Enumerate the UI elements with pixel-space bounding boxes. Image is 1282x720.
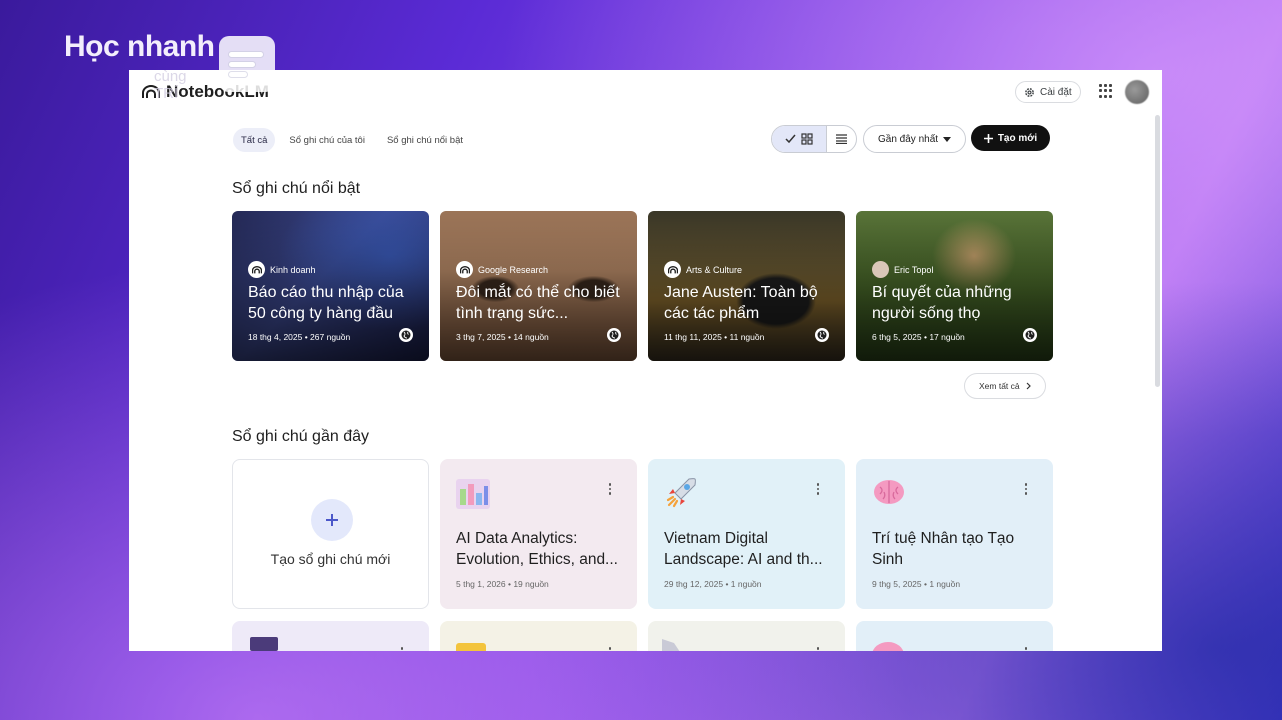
notebook-title: Vietnam Digital Landscape: AI and th...	[664, 530, 823, 568]
card-source-label: Google Research	[478, 264, 549, 275]
create-notebook-label: Tạo sổ ghi chú mới	[270, 551, 391, 567]
more-notebooks-row	[232, 621, 1053, 651]
folder-icon	[456, 643, 486, 651]
card-source: Kinh doanh	[248, 261, 316, 278]
caret-down-icon	[943, 136, 952, 142]
card-source-label: Eric Topol	[894, 264, 934, 275]
notebook-title: Trí tuệ Nhân tạo Tạo Sinh	[872, 530, 1015, 568]
list-icon	[836, 134, 848, 144]
notebook-card[interactable]	[856, 621, 1053, 651]
more-options-icon[interactable]	[608, 483, 611, 495]
see-all-label: Xem tất cả	[979, 381, 1020, 391]
card-title: Đôi mắt có thể cho biết tình trạng sức..…	[456, 284, 620, 322]
plus-icon	[983, 133, 993, 143]
tab-all[interactable]: Tất cả	[233, 128, 276, 152]
sort-dropdown[interactable]: Gần đây nhất	[863, 125, 967, 153]
more-options-icon[interactable]	[608, 647, 611, 651]
watermark-subtitle: cùng TRÍ	[154, 68, 187, 102]
keyboard-icon	[250, 637, 278, 651]
plus-circle-icon	[311, 499, 353, 541]
notebooklm-source-icon	[456, 261, 473, 278]
chart-icon	[456, 479, 490, 509]
list-view-button[interactable]	[826, 126, 856, 152]
notebook-card[interactable]: AI Data Analytics: Evolution, Ethics, an…	[440, 459, 637, 609]
card-source: Eric Topol	[872, 261, 933, 278]
featured-section-title: Sổ ghi chú nổi bật	[232, 180, 361, 197]
card-source-label: Arts & Culture	[686, 264, 743, 275]
notebook-card[interactable]	[232, 621, 429, 651]
notebook-meta: 9 thg 5, 2025 • 1 nguồn	[872, 579, 961, 589]
featured-card[interactable]: Eric Topol Bí quyết của những người sống…	[856, 211, 1053, 361]
see-all-button[interactable]: Xem tất cả	[964, 373, 1046, 399]
card-source-label: Kinh doanh	[270, 264, 316, 275]
more-options-icon[interactable]	[816, 483, 819, 495]
globe-icon	[815, 328, 829, 342]
featured-card[interactable]: Google Research Đôi mắt có thể cho biết …	[440, 211, 637, 361]
settings-label: Cài đặt	[1040, 86, 1072, 98]
card-source: Arts & Culture	[664, 261, 742, 278]
globe-icon	[1023, 328, 1037, 342]
notebook-card[interactable]: Vietnam Digital Landscape: AI and th... …	[648, 459, 845, 609]
globe-icon	[399, 328, 413, 342]
notebook-title: AI Data Analytics: Evolution, Ethics, an…	[456, 530, 618, 568]
watermark-title: Học nhanh	[64, 30, 215, 63]
view-toggle	[771, 125, 857, 153]
create-notebook-card[interactable]: Tạo sổ ghi chú mới	[232, 459, 429, 609]
more-options-icon[interactable]	[816, 647, 819, 651]
globe-icon	[607, 328, 621, 342]
notebook-card[interactable]: Trí tuệ Nhân tạo Tạo Sinh 9 thg 5, 2025 …	[856, 459, 1053, 609]
settings-button[interactable]: Cài đặt	[1015, 81, 1081, 103]
create-new-label: Tạo mới	[997, 132, 1038, 144]
notebooklm-source-icon	[664, 261, 681, 278]
check-grid-icon	[785, 133, 813, 145]
tab-my-notebooks[interactable]: Sổ ghi chú của tôi	[281, 128, 373, 152]
notebook-meta: 5 thg 1, 2026 • 19 nguồn	[456, 579, 549, 589]
grid-view-button[interactable]	[772, 126, 827, 152]
notebook-card[interactable]	[648, 621, 845, 651]
author-avatar-icon	[872, 261, 889, 278]
notebooklm-window: NotebookLM Cài đặt Tất cả Sổ ghi chú của…	[129, 70, 1162, 651]
notebooklm-source-icon	[248, 261, 265, 278]
card-title: Jane Austen: Toàn bộ các tác phẩm	[664, 284, 818, 322]
channel-watermark: Học nhanh cùng TRÍ	[64, 30, 275, 102]
notebook-meta: 29 thg 12, 2025 • 1 nguồn	[664, 579, 762, 589]
create-new-button[interactable]: Tạo mới	[971, 125, 1050, 151]
card-meta: 3 thg 7, 2025 • 14 nguồn	[456, 332, 549, 342]
more-options-icon[interactable]	[400, 647, 403, 651]
notebook-card[interactable]	[440, 621, 637, 651]
card-source: Google Research	[456, 261, 548, 278]
document-icon	[662, 639, 680, 651]
featured-notebooks: Kinh doanh Báo cáo thu nhập của 50 công …	[232, 211, 1053, 361]
featured-card[interactable]: Kinh doanh Báo cáo thu nhập của 50 công …	[232, 211, 429, 361]
recent-section-title: Sổ ghi chú gần đây	[232, 428, 369, 445]
chevron-right-icon	[1026, 382, 1031, 390]
more-options-icon[interactable]	[1024, 647, 1027, 651]
filter-tabs: Tất cả Sổ ghi chú của tôi Sổ ghi chú nổi…	[233, 128, 471, 152]
brain-icon	[872, 642, 904, 651]
card-meta: 11 thg 11, 2025 • 11 nguồn	[664, 332, 765, 342]
card-meta: 18 thg 4, 2025 • 267 nguồn	[248, 332, 351, 342]
card-title: Bí quyết của những người sống thọ	[872, 284, 1012, 322]
card-meta: 6 thg 5, 2025 • 17 nguồn	[872, 332, 965, 342]
recent-notebooks: Tạo sổ ghi chú mới AI Data Analytics: Ev…	[232, 459, 1053, 609]
more-options-icon[interactable]	[1024, 483, 1027, 495]
watermark-logo-icon	[218, 36, 275, 92]
app-header: NotebookLM Cài đặt	[129, 70, 1162, 114]
google-apps-icon[interactable]	[1099, 84, 1113, 98]
brain-icon	[874, 480, 904, 504]
card-title: Báo cáo thu nhập của 50 công ty hàng đầu	[248, 284, 404, 322]
gear-icon	[1025, 87, 1034, 97]
sort-label: Gần đây nhất	[878, 133, 939, 145]
avatar[interactable]	[1125, 80, 1149, 104]
tab-featured-notebooks[interactable]: Sổ ghi chú nổi bật	[379, 128, 471, 152]
rocket-icon	[666, 478, 696, 508]
scrollbar[interactable]	[1155, 115, 1160, 387]
featured-card[interactable]: Arts & Culture Jane Austen: Toàn bộ các …	[648, 211, 845, 361]
